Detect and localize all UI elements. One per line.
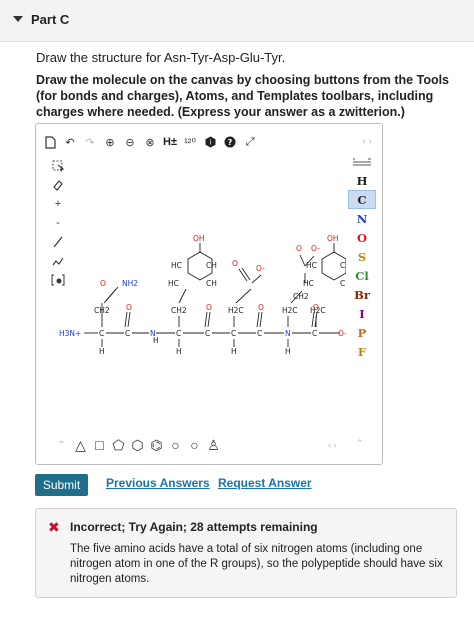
element-o-button[interactable]: O — [348, 228, 376, 247]
oxygen-minus-label: O- — [311, 244, 320, 253]
oxygen-label: O — [100, 279, 106, 288]
ch2-label: CH2 — [293, 292, 309, 301]
ch2-label: CH2 — [94, 306, 110, 315]
feedback-box: ✖ Incorrect; Try Again; 28 attempts rema… — [35, 508, 457, 598]
ring-ch-label: CH — [340, 261, 346, 270]
redo-icon[interactable]: ↷ — [83, 134, 97, 150]
periodic-table-icon[interactable] — [348, 152, 376, 171]
ring-ch-label: CH — [206, 261, 217, 270]
fullscreen-icon[interactable]: ⤢ — [243, 134, 257, 150]
ring-ch-label: CH — [206, 279, 217, 288]
previous-answers-link[interactable]: Previous Answers — [106, 476, 210, 490]
submit-button[interactable]: Submit — [35, 474, 88, 496]
instructions-text: Draw the molecule on the canvas by choos… — [36, 73, 450, 119]
zoom-out-icon[interactable]: ⊖ — [123, 134, 137, 150]
hydrogen-label: H — [231, 347, 237, 356]
drawing-canvas[interactable]: OH OH HC CH HC CH HC CH HC CH O NH2 CH2 … — [46, 151, 351, 433]
h2c-label: H2C — [282, 306, 298, 315]
benzene-template-icon[interactable]: ⌬ — [149, 436, 164, 454]
scroll-arrows-icon[interactable]: ‹ › — [328, 440, 337, 450]
carbon-label: C — [99, 329, 104, 338]
isotope-button[interactable]: ¹²⁰ — [183, 134, 197, 150]
carbon-label: C — [231, 329, 236, 338]
element-c-button[interactable]: C — [348, 190, 376, 209]
carbon-label: C — [125, 329, 130, 338]
undo-icon[interactable]: ↶ — [63, 134, 77, 150]
hydrogen-label: H — [153, 336, 159, 345]
hexagon-icon[interactable]: i — [203, 134, 217, 150]
scroll-arrows-icon[interactable]: ‹ › — [363, 136, 372, 147]
atom-labels: OH OH HC CH HC CH HC CH HC CH O NH2 CH2 … — [59, 234, 351, 356]
oxygen-label: O — [232, 259, 238, 268]
ch2-label: CH2 — [171, 306, 187, 315]
carbon-label: C — [176, 329, 181, 338]
octagon-template-icon[interactable]: ○ — [187, 436, 202, 454]
oxygen-label: O — [258, 303, 264, 312]
charge-button[interactable]: H± — [163, 134, 177, 150]
triangle-template-icon[interactable]: △ — [73, 436, 88, 454]
heptagon-template-icon[interactable]: ○ — [168, 436, 183, 454]
new-document-icon[interactable] — [43, 134, 57, 150]
request-answer-link[interactable]: Request Answer — [218, 476, 312, 490]
hydrogen-label: H — [99, 347, 105, 356]
error-icon: ✖ — [48, 519, 60, 535]
feedback-title: Incorrect; Try Again; 28 attempts remain… — [70, 520, 318, 534]
clear-icon[interactable]: ⊗ — [143, 134, 157, 150]
zoom-in-icon[interactable]: ⊕ — [103, 134, 117, 150]
hexagon-template-icon[interactable]: ⬡ — [130, 436, 145, 454]
oxygen-minus-label: O- — [256, 264, 265, 273]
scroll-vertical-icon[interactable]: ⌃ — [356, 438, 364, 449]
element-h-button[interactable]: H — [348, 171, 376, 190]
h2c-label: H2C — [228, 306, 244, 315]
carbon-label: C — [205, 329, 210, 338]
element-f-button[interactable]: F — [348, 342, 376, 361]
element-cl-button[interactable]: Cl — [348, 266, 376, 285]
template-toolbar: ⌃ △ □ ⬠ ⬡ ⌬ ○ ○ ♙ — [54, 436, 221, 454]
hydrogen-label: H — [176, 347, 182, 356]
ring-ch-label: HC — [306, 261, 317, 270]
oxygen-label: O — [296, 244, 302, 253]
carbon-label: C — [257, 329, 262, 338]
feedback-message: The five amino acids have a total of six… — [70, 543, 443, 585]
part-header[interactable]: Part C — [0, 0, 474, 42]
svg-text:i: i — [209, 139, 211, 147]
oxygen-minus-label: O- — [338, 329, 346, 338]
part-title: Part C — [31, 12, 70, 27]
atom-toolbar: H C N O S Cl Br I P F — [348, 152, 376, 361]
ring-ch-label: HC — [171, 261, 182, 270]
ring-ch-label: HC — [303, 279, 314, 288]
top-toolbar: ↶ ↷ ⊕ ⊖ ⊗ H± ¹²⁰ i ? ⤢ — [43, 133, 257, 151]
oxygen-label: O — [206, 303, 212, 312]
hydroxyl-label: OH — [193, 234, 205, 243]
hydrogen-label: H — [285, 347, 291, 356]
element-br-button[interactable]: Br — [348, 285, 376, 304]
ring-ch-label: HC — [168, 279, 179, 288]
help-icon[interactable]: ? — [223, 134, 237, 150]
scroll-up-icon[interactable]: ⌃ — [54, 436, 69, 454]
caret-down-icon[interactable] — [13, 16, 23, 22]
pentagon-template-icon[interactable]: ⬠ — [111, 436, 126, 454]
element-i-button[interactable]: I — [348, 304, 376, 323]
hydroxyl-label: OH — [327, 234, 339, 243]
svg-text:?: ? — [228, 138, 233, 147]
ammonium-label: H3N+ — [59, 329, 81, 338]
amine-label: NH2 — [122, 279, 138, 288]
oxygen-label: O — [313, 303, 319, 312]
carbon-label: C — [312, 329, 317, 338]
ring-ch-label: CH — [340, 279, 346, 288]
question-text: Draw the structure for Asn-Tyr-Asp-Glu-T… — [36, 50, 286, 65]
molecule-editor[interactable]: ↶ ↷ ⊕ ⊖ ⊗ H± ¹²⁰ i ? ⤢ ‹ › + - OH OH HC … — [35, 123, 383, 465]
element-p-button[interactable]: P — [348, 323, 376, 342]
nitrogen-label: N — [285, 329, 291, 338]
element-s-button[interactable]: S — [348, 247, 376, 266]
element-n-button[interactable]: N — [348, 209, 376, 228]
square-template-icon[interactable]: □ — [92, 436, 107, 454]
oxygen-label: O — [126, 303, 132, 312]
custom-template-icon[interactable]: ♙ — [206, 436, 221, 454]
